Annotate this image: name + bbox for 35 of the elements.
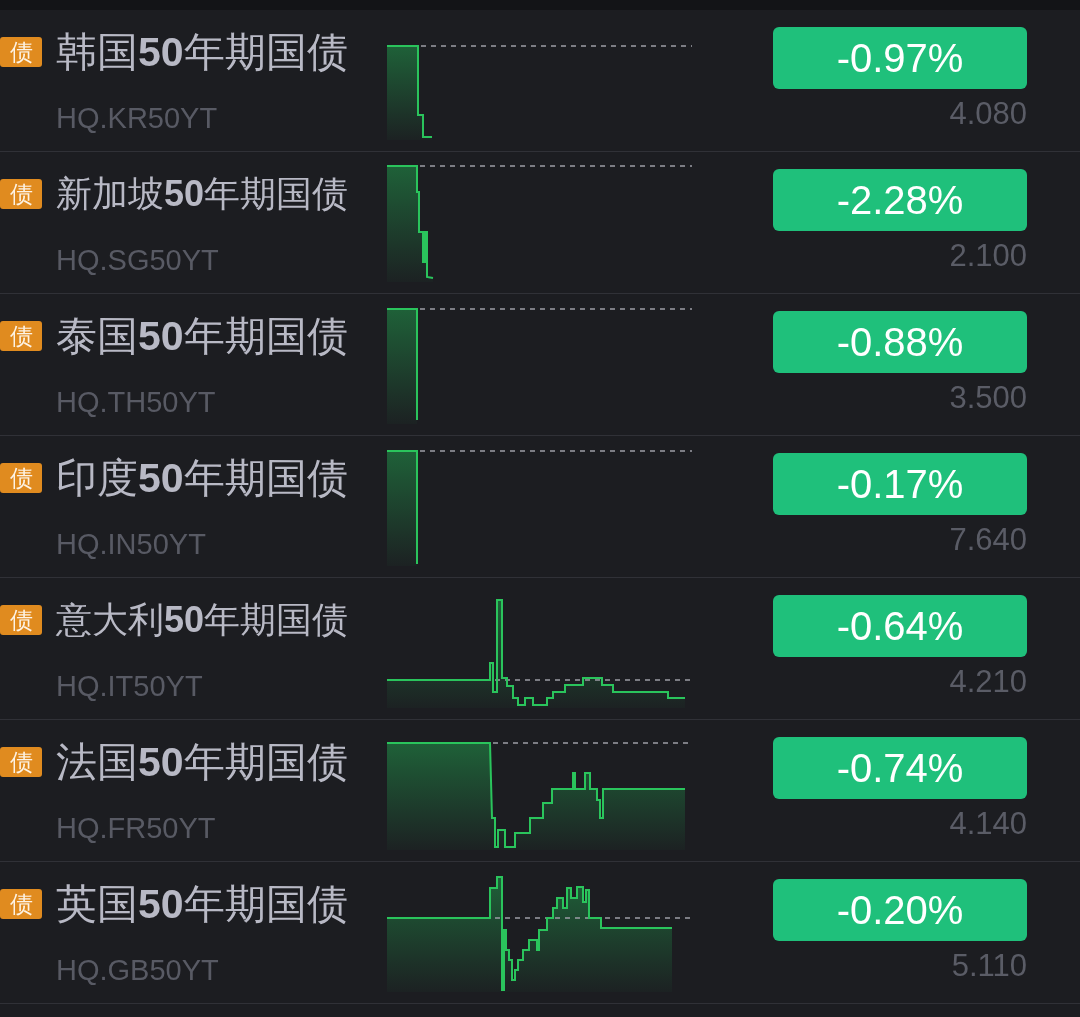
- bond-badge: 债: [0, 179, 42, 209]
- bond-name: 印度50年期国债: [56, 454, 348, 502]
- bond-badge: 债: [0, 321, 42, 351]
- price-value: 2.100: [949, 238, 1027, 274]
- ticker-code: HQ.GB50YT: [56, 953, 219, 987]
- bond-badge: 债: [0, 463, 42, 493]
- ticker-code: HQ.KR50YT: [56, 101, 218, 135]
- percent-change-tag: -0.20%: [773, 879, 1027, 941]
- ticker-code: HQ.IT50YT: [56, 669, 203, 703]
- percent-change-tag: -2.28%: [773, 169, 1027, 231]
- bond-badge: 债: [0, 605, 42, 635]
- bond-name: 韩国50年期国债: [56, 28, 348, 76]
- price-value: 4.080: [949, 96, 1027, 132]
- price-value: 4.210: [949, 664, 1027, 700]
- percent-change-tag: -0.97%: [773, 27, 1027, 89]
- bond-name: 法国50年期国债: [56, 738, 348, 786]
- price-value: 5.110: [951, 948, 1027, 984]
- ticker-code: HQ.SG50YT: [56, 243, 219, 277]
- bond-badge: 债: [0, 747, 42, 777]
- ticker-code: HQ.IN50YT: [56, 527, 206, 561]
- ticker-code: HQ.TH50YT: [56, 385, 216, 419]
- ticker-code: HQ.FR50YT: [56, 811, 216, 845]
- percent-change-tag: -0.17%: [773, 453, 1027, 515]
- percent-change-tag: -0.74%: [773, 737, 1027, 799]
- bond-badge: 债: [0, 37, 42, 67]
- percent-change-tag: -0.88%: [773, 311, 1027, 373]
- bond-badge: 债: [0, 889, 42, 919]
- percent-change-tag: -0.64%: [773, 595, 1027, 657]
- bond-name: 英国50年期国债: [56, 880, 348, 928]
- price-value: 3.500: [949, 380, 1027, 416]
- bond-name: 意大利50年期国债: [56, 598, 349, 642]
- bond-name: 新加坡50年期国债: [56, 172, 349, 216]
- price-value: 4.140: [949, 806, 1027, 842]
- bond-name: 泰国50年期国债: [56, 312, 348, 360]
- price-value: 7.640: [949, 522, 1027, 558]
